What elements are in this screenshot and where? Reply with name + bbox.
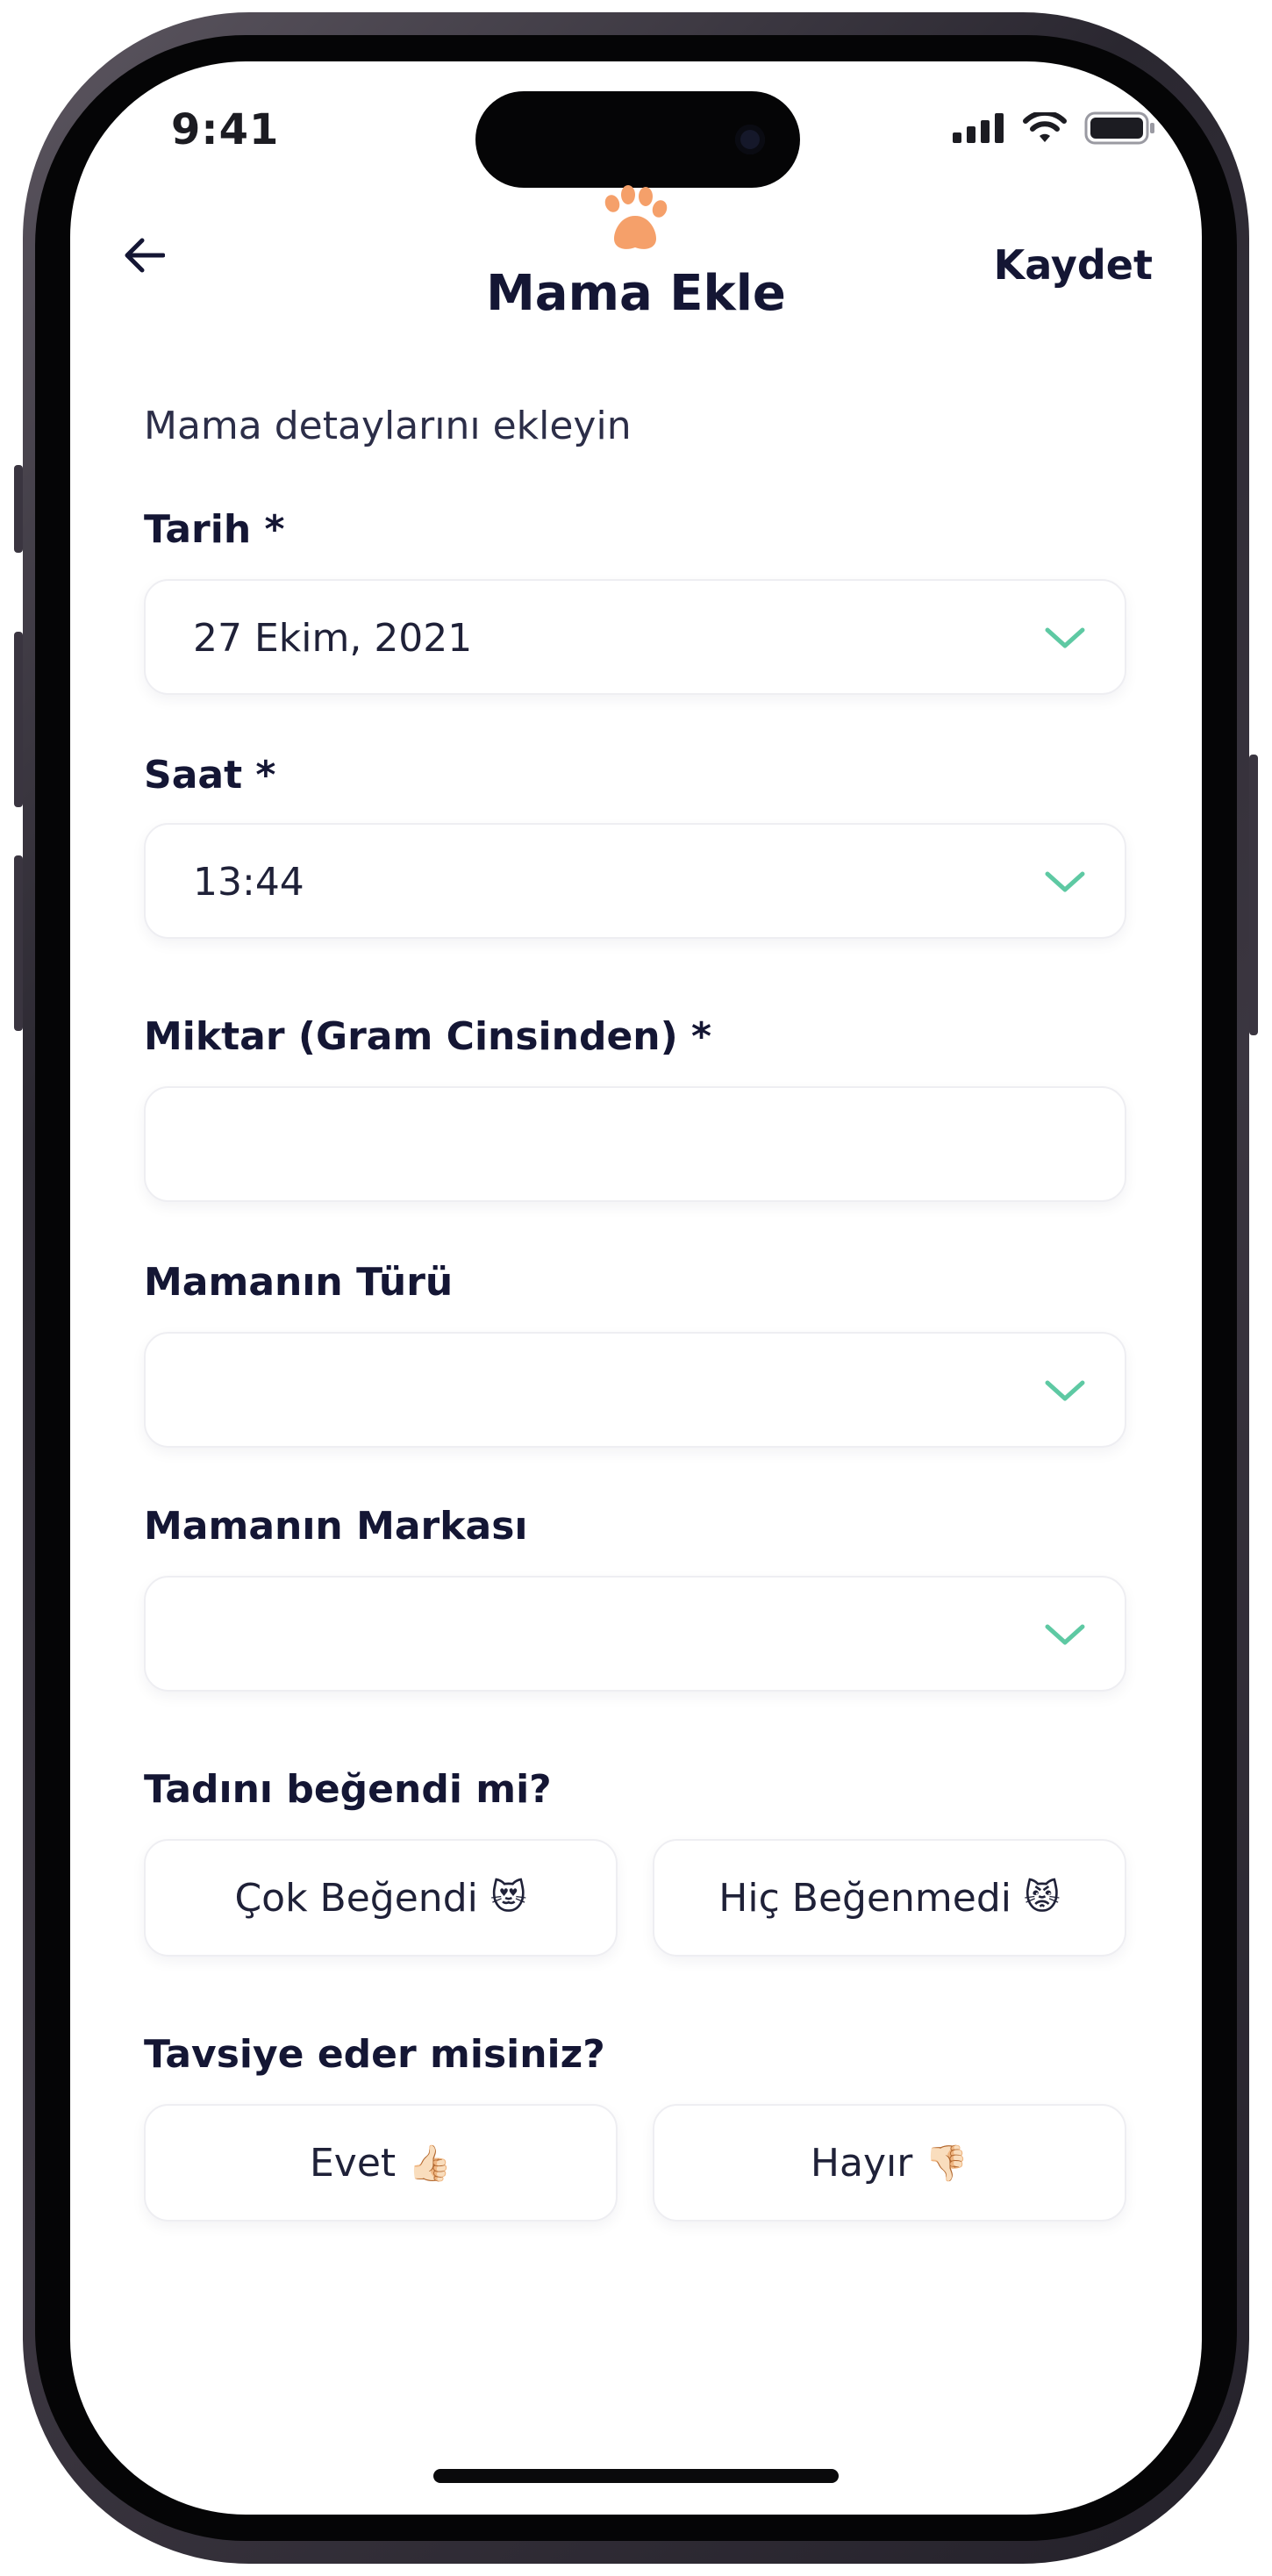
- status-time: 9:41: [171, 105, 280, 154]
- action-button: [14, 465, 23, 553]
- recommend-no-label: Hayır: [810, 2140, 913, 2186]
- taste-label: Tadını beğendi mi?: [144, 1767, 552, 1812]
- taste-disliked-button[interactable]: Hiç Beğenmedi 😾: [653, 1839, 1126, 1957]
- amount-label: Miktar (Gram Cinsinden) *: [144, 1014, 712, 1059]
- paw-icon: [604, 185, 668, 249]
- thumbs-down-icon: 👎🏻: [925, 2143, 969, 2184]
- date-label: Tarih *: [144, 507, 285, 552]
- taste-liked-button[interactable]: Çok Beğendi 😻: [144, 1839, 618, 1957]
- food-brand-select[interactable]: [144, 1576, 1126, 1692]
- pouting-cat-icon: 😾: [1024, 1878, 1061, 1918]
- chevron-down-icon: [1045, 1380, 1085, 1401]
- amount-input[interactable]: [144, 1086, 1126, 1202]
- taste-disliked-label: Hiç Beğenmedi: [718, 1875, 1011, 1921]
- thumbs-up-icon: 👍🏻: [408, 2143, 452, 2184]
- recommend-yes-button[interactable]: Evet 👍🏻: [144, 2104, 618, 2222]
- time-label: Saat *: [144, 753, 276, 798]
- food-brand-label: Mamanın Markası: [144, 1504, 528, 1549]
- save-button[interactable]: Kaydet: [994, 241, 1153, 289]
- front-camera: [735, 125, 765, 154]
- cellular-signal-icon: [953, 113, 1004, 143]
- wifi-icon: [1023, 112, 1067, 142]
- power-button: [1249, 755, 1258, 1035]
- time-value: 13:44: [193, 860, 304, 905]
- form-subtitle: Mama detaylarını ekleyin: [144, 404, 632, 448]
- food-type-label: Mamanın Türü: [144, 1260, 454, 1305]
- volume-down-button: [14, 855, 23, 1031]
- date-select[interactable]: 27 Ekim, 2021: [144, 579, 1126, 695]
- dynamic-island: [475, 91, 800, 188]
- time-select[interactable]: 13:44: [144, 823, 1126, 939]
- taste-liked-label: Çok Beğendi: [234, 1875, 478, 1921]
- food-type-select[interactable]: [144, 1332, 1126, 1448]
- status-icons: [953, 111, 1156, 146]
- home-indicator[interactable]: [433, 2469, 839, 2483]
- heart-eyes-cat-icon: 😻: [490, 1878, 527, 1918]
- recommend-label: Tavsiye eder misiniz?: [144, 2032, 605, 2077]
- recommend-no-button[interactable]: Hayır 👎🏻: [653, 2104, 1126, 2222]
- chevron-down-icon: [1045, 871, 1085, 892]
- battery-icon: [1084, 111, 1154, 145]
- app-screen: 9:41 Mama Ekle Kaydet Mama detaylarını e…: [70, 61, 1202, 2515]
- recommend-yes-label: Evet: [310, 2140, 397, 2186]
- chevron-down-icon: [1045, 627, 1085, 648]
- date-value: 27 Ekim, 2021: [193, 616, 473, 661]
- volume-up-button: [14, 632, 23, 807]
- chevron-down-icon: [1045, 1624, 1085, 1645]
